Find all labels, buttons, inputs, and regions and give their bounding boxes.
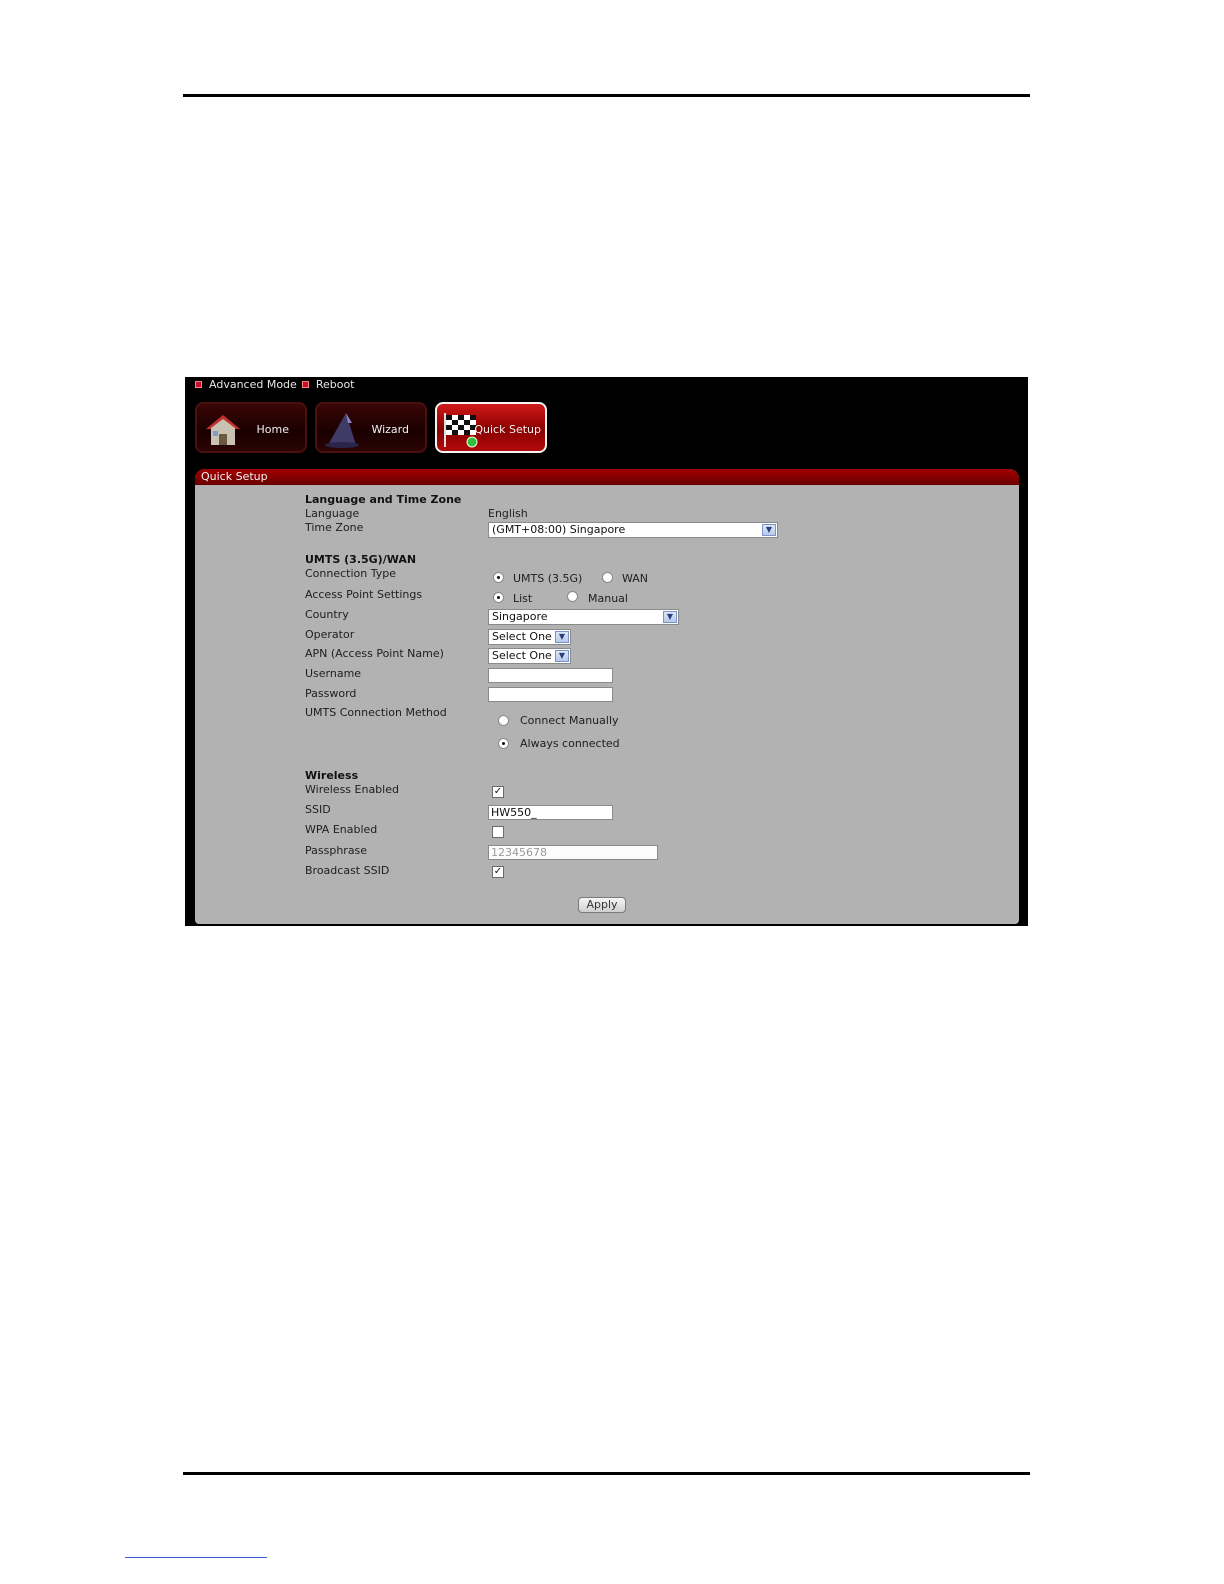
timezone-value: (GMT+08:00) Singapore [492,523,626,536]
section-language-heading: Language and Time Zone [305,493,462,506]
operator-value: Select One [492,630,552,643]
passphrase-input[interactable]: 12345678 [488,845,658,860]
country-value: Singapore [492,610,548,623]
quick-setup-label: Quick Setup [474,423,541,436]
connection-umts-radio[interactable] [493,572,504,583]
home-button[interactable]: Home [195,402,307,453]
quick-setup-panel: Quick Setup Language and Time Zone Langu… [195,469,1019,924]
reboot-link[interactable]: Reboot [316,378,355,391]
broadcast-ssid-checkbox[interactable]: ✓ [492,866,504,878]
house-icon [206,415,240,445]
chevron-down-icon: ▼ [762,524,776,536]
ap-list-radio[interactable] [493,592,504,603]
method-always-radio[interactable] [498,738,509,749]
wpa-enabled-label: WPA Enabled [305,823,378,836]
top-links: Advanced Mode Reboot [195,377,359,391]
chevron-down-icon: ▼ [555,631,569,643]
method-manual-radio[interactable] [498,715,509,726]
wizard-label: Wizard [371,423,409,436]
operator-select[interactable]: Select One ▼ [488,629,571,645]
home-label: Home [256,423,289,436]
ap-manual-radio[interactable] [567,591,578,602]
panel-title: Quick Setup [195,469,1019,485]
chevron-down-icon: ▼ [663,611,677,623]
timezone-select[interactable]: (GMT+08:00) Singapore ▼ [488,522,778,538]
broadcast-ssid-label: Broadcast SSID [305,864,390,877]
ap-settings-label: Access Point Settings [305,588,423,601]
password-input[interactable] [488,687,613,702]
wpa-enabled-checkbox[interactable] [492,826,504,838]
wireless-enabled-checkbox[interactable]: ✓ [492,786,504,798]
wizard-button[interactable]: Wizard [315,402,427,453]
router-ui-screenshot: Advanced Mode Reboot Home Wizard Quick S… [185,377,1028,926]
country-label: Country [305,608,349,621]
apply-button[interactable]: Apply [578,897,626,913]
ap-manual-label: Manual [588,592,628,605]
connection-wan-label: WAN [622,572,649,585]
language-value: English [488,507,528,520]
apn-label: APN (Access Point Name) [305,647,444,660]
connection-umts-label: UMTS (3.5G) [513,572,583,585]
passphrase-label: Passphrase [305,844,368,857]
ssid-label: SSID [305,803,331,816]
section-umts-heading: UMTS (3.5G)/WAN [305,553,417,566]
ap-list-label: List [513,592,533,605]
apn-value: Select One [492,649,552,662]
username-input[interactable] [488,668,613,683]
wizard-hat-icon [325,413,359,448]
ssid-input[interactable]: HW550_ [488,805,613,820]
method-manual-label: Connect Manually [520,714,619,727]
bullet-icon [195,380,202,388]
header-rule [183,94,1030,97]
section-wireless-heading: Wireless [305,769,359,782]
bullet-icon [301,380,309,388]
footer-rule [183,1472,1030,1475]
method-always-label: Always connected [520,737,620,750]
connection-type-label: Connection Type [305,567,397,580]
advanced-mode-link[interactable]: Advanced Mode [209,378,297,391]
language-label: Language [305,507,360,520]
footnote-line [125,1557,267,1558]
timezone-label: Time Zone [305,521,364,534]
quick-setup-button[interactable]: Quick Setup [435,402,547,453]
chevron-down-icon: ▼ [555,650,569,662]
operator-label: Operator [305,628,355,641]
password-label: Password [305,687,357,700]
wireless-enabled-label: Wireless Enabled [305,783,399,796]
username-label: Username [305,667,362,680]
connection-wan-radio[interactable] [602,572,613,583]
apn-select[interactable]: Select One ▼ [488,648,571,664]
umts-method-label: UMTS Connection Method [305,706,447,719]
country-select[interactable]: Singapore ▼ [488,609,679,625]
